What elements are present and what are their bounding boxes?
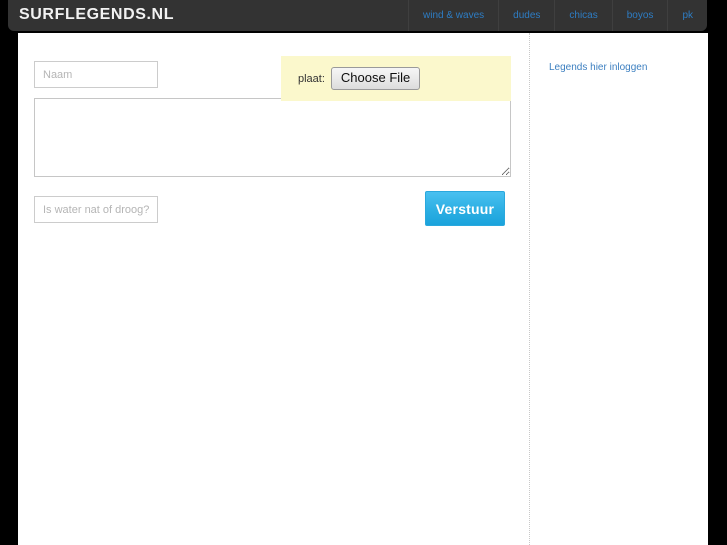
page-root: SURFLEGENDS.NL wind & waves dudes chicas…	[0, 0, 727, 545]
nav-item-pk[interactable]: pk	[667, 0, 707, 31]
nav-item-boyos[interactable]: boyos	[611, 0, 668, 31]
choose-file-button[interactable]: Choose File	[330, 66, 421, 91]
nav-item-wind-and-waves[interactable]: wind & waves	[408, 0, 498, 31]
nav-item-chicas[interactable]: chicas	[554, 0, 611, 31]
sidebar-login-link[interactable]: Legends hier inloggen	[549, 62, 647, 73]
site-header: SURFLEGENDS.NL wind & waves dudes chicas…	[8, 0, 707, 31]
main-column: plaat: Choose File Verstuur	[18, 33, 529, 545]
sidebar: Legends hier inloggen	[530, 33, 708, 545]
message-textarea[interactable]	[34, 98, 511, 177]
content-container: plaat: Choose File Verstuur Legends hier…	[18, 33, 708, 545]
captcha-input[interactable]	[34, 196, 158, 223]
name-input[interactable]	[34, 61, 158, 88]
submit-button[interactable]: Verstuur	[425, 191, 505, 226]
nav-item-dudes[interactable]: dudes	[498, 0, 554, 31]
site-logo[interactable]: SURFLEGENDS.NL	[8, 0, 174, 31]
file-upload-label: plaat:	[298, 72, 325, 85]
file-upload-box: plaat: Choose File	[281, 56, 511, 101]
main-navigation: wind & waves dudes chicas boyos pk	[408, 0, 707, 31]
content-wrapper: plaat: Choose File Verstuur Legends hier…	[18, 33, 708, 545]
